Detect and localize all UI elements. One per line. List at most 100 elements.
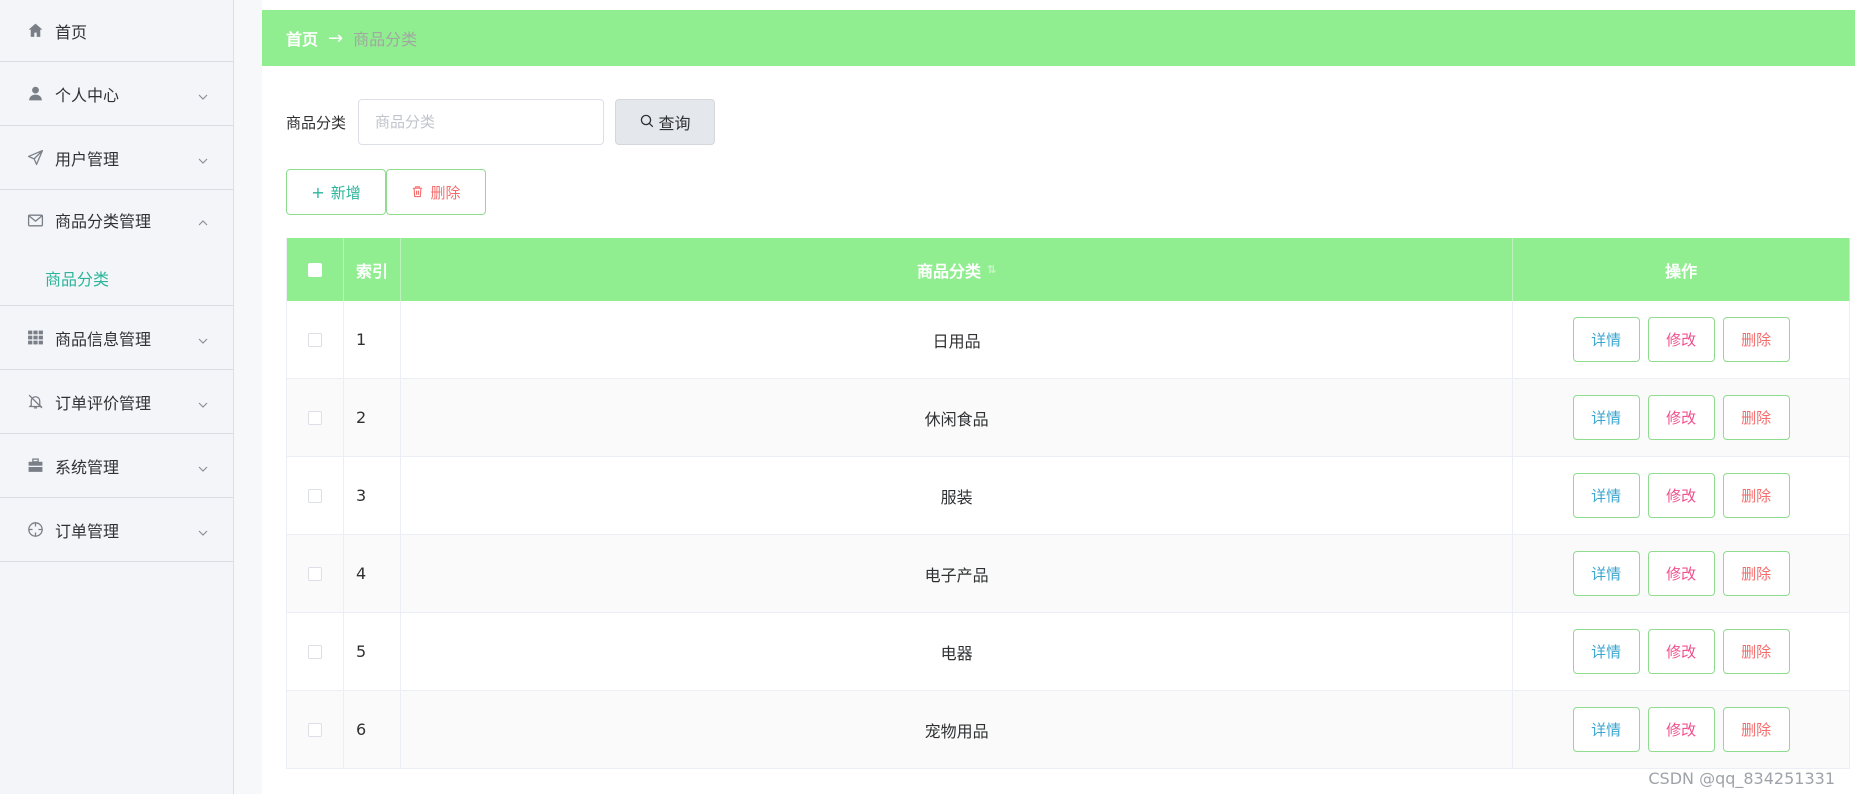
edit-button[interactable]: 修改	[1647, 707, 1715, 752]
chevron-up-icon	[197, 214, 209, 226]
edit-button[interactable]: 修改	[1647, 629, 1715, 674]
sidebar-item-label: 订单管理	[55, 521, 120, 541]
chevron-down-icon	[197, 332, 209, 344]
briefcase-icon	[26, 457, 44, 475]
table-header: 索引 商品分类 ⇅ 操作	[287, 238, 1850, 301]
row-index: 2	[344, 379, 401, 456]
row-category: 日用品	[401, 301, 1514, 378]
row-checkbox-cell	[287, 535, 344, 612]
table-row: 1 日用品 详情 修改 删除	[287, 301, 1850, 379]
chevron-down-icon	[197, 152, 209, 164]
sidebar-item-label: 商品信息管理	[55, 329, 152, 349]
sidebar-item-user-management[interactable]: 用户管理	[0, 126, 233, 190]
delete-button[interactable]: 删除	[1722, 395, 1790, 440]
breadcrumb: 首页 → 商品分类	[262, 10, 1855, 66]
add-button-label: 新增	[330, 183, 361, 202]
detail-button[interactable]: 详情	[1572, 317, 1640, 362]
row-index: 6	[344, 691, 401, 768]
sidebar-subitem-label: 商品分类	[45, 269, 110, 289]
sidebar-item-personal-center[interactable]: 个人中心	[0, 62, 233, 126]
mail-icon	[26, 211, 44, 229]
detail-button[interactable]: 详情	[1572, 707, 1640, 752]
select-all-checkbox[interactable]	[307, 262, 322, 277]
sidebar-item-product-management[interactable]: 商品信息管理	[0, 306, 233, 370]
search-button-label: 查询	[658, 114, 691, 133]
sidebar-item-label: 首页	[55, 22, 88, 42]
search-icon	[640, 113, 659, 132]
row-checkbox[interactable]	[307, 488, 322, 503]
sidebar-item-label: 用户管理	[55, 149, 120, 169]
edit-button[interactable]: 修改	[1647, 551, 1715, 596]
row-checkbox[interactable]	[307, 566, 322, 581]
delete-button[interactable]: 删除	[1722, 629, 1790, 674]
add-button[interactable]: + 新增	[286, 169, 386, 215]
row-category: 电子产品	[401, 535, 1514, 612]
row-checkbox-cell	[287, 691, 344, 768]
delete-button[interactable]: 删除	[1722, 473, 1790, 518]
row-category: 服装	[401, 457, 1514, 534]
row-checkbox-cell	[287, 379, 344, 456]
sidebar-item-review-management[interactable]: 订单评价管理	[0, 370, 233, 434]
breadcrumb-home[interactable]: 首页	[286, 26, 318, 50]
header-index: 索引	[344, 238, 401, 301]
sidebar-item-category-management[interactable]: 商品分类管理	[0, 190, 233, 250]
detail-button[interactable]: 详情	[1572, 473, 1640, 518]
table-row: 3 服装 详情 修改 删除	[287, 457, 1850, 535]
sidebar-item-order-management[interactable]: 订单管理	[0, 498, 233, 562]
header-checkbox-cell	[287, 238, 344, 301]
search-bar: 商品分类 查询	[286, 99, 716, 145]
search-label: 商品分类	[286, 113, 347, 132]
edit-button[interactable]: 修改	[1647, 395, 1715, 440]
row-index: 5	[344, 613, 401, 690]
row-checkbox[interactable]	[307, 722, 322, 737]
action-toolbar: + 新增 删除	[286, 169, 486, 215]
target-icon	[26, 521, 44, 539]
row-checkbox[interactable]	[307, 332, 322, 347]
batch-delete-button[interactable]: 删除	[386, 169, 486, 215]
delete-button[interactable]: 删除	[1722, 551, 1790, 596]
chevron-down-icon	[197, 88, 209, 100]
row-category: 电器	[401, 613, 1514, 690]
row-ops: 详情 修改 删除	[1513, 379, 1850, 456]
detail-button[interactable]: 详情	[1572, 629, 1640, 674]
row-index: 1	[344, 301, 401, 378]
delete-button[interactable]: 删除	[1722, 317, 1790, 362]
header-category[interactable]: 商品分类 ⇅	[401, 238, 1514, 301]
row-checkbox[interactable]	[307, 410, 322, 425]
bell-off-icon	[26, 393, 44, 411]
table-row: 6 宠物用品 详情 修改 删除	[287, 691, 1850, 769]
chevron-down-icon	[197, 524, 209, 536]
category-table: 索引 商品分类 ⇅ 操作 1 日用品 详情 修改 删除 2 休闲食品 详情 修改 …	[286, 238, 1850, 769]
row-ops: 详情 修改 删除	[1513, 457, 1850, 534]
watermark: CSDN @qq_834251331	[1648, 769, 1835, 788]
row-category: 休闲食品	[401, 379, 1514, 456]
home-icon	[26, 22, 44, 40]
send-icon	[26, 149, 44, 167]
detail-button[interactable]: 详情	[1572, 551, 1640, 596]
row-checkbox-cell	[287, 301, 344, 378]
edit-button[interactable]: 修改	[1647, 317, 1715, 362]
breadcrumb-current: 商品分类	[353, 30, 418, 49]
row-checkbox-cell	[287, 457, 344, 534]
sidebar-item-label: 系统管理	[55, 457, 120, 477]
sidebar-subitem-category[interactable]: 商品分类	[0, 250, 233, 306]
chevron-down-icon	[197, 460, 209, 472]
delete-button[interactable]: 删除	[1722, 707, 1790, 752]
row-checkbox[interactable]	[307, 644, 322, 659]
grid-icon	[26, 329, 44, 347]
sort-icon[interactable]: ⇅	[987, 263, 996, 276]
detail-button[interactable]: 详情	[1572, 395, 1640, 440]
breadcrumb-arrow-icon: →	[328, 27, 344, 49]
search-input[interactable]	[358, 99, 605, 145]
trash-icon	[411, 183, 424, 202]
plus-icon: +	[311, 182, 325, 202]
sidebar-item-home[interactable]: 首页	[0, 0, 233, 62]
user-icon	[26, 85, 44, 103]
search-button[interactable]: 查询	[615, 99, 716, 145]
sidebar: 首页 个人中心 用户管理 商品分类管理 商品分类 商品信息管理 订单评价管理 系…	[0, 0, 234, 794]
row-index: 4	[344, 535, 401, 612]
edit-button[interactable]: 修改	[1647, 473, 1715, 518]
table-row: 5 电器 详情 修改 删除	[287, 613, 1850, 691]
batch-delete-button-label: 删除	[430, 183, 461, 202]
sidebar-item-system-management[interactable]: 系统管理	[0, 434, 233, 498]
